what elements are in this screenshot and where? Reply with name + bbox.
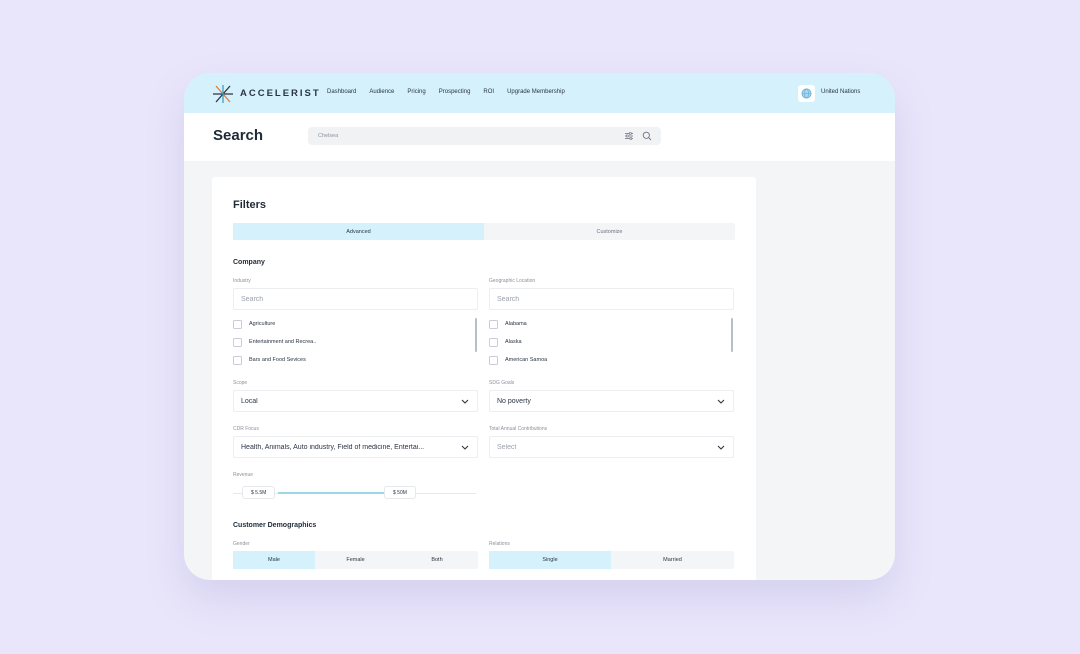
search-input[interactable] [318,127,608,145]
industry-search-input[interactable] [233,288,478,310]
cdr-select[interactable]: Health, Animals, Auto industry, Field of… [233,436,478,458]
relations-single-option[interactable]: Single [489,551,611,569]
checkbox[interactable] [489,337,498,347]
location-option[interactable]: American Samoa [489,351,547,369]
gender-both-option[interactable]: Both [396,551,478,569]
revenue-range-fill [278,492,384,494]
checkbox[interactable] [489,319,498,329]
search-header: Search [184,113,895,161]
filters-mode-toggle: Advanced Customize [233,223,735,240]
location-option[interactable]: Alaska [489,333,547,351]
scope-label: Scope [233,380,248,386]
industry-option[interactable]: Agriculture [233,315,316,333]
accelerist-logo-icon [213,85,233,103]
chevron-down-icon [717,445,725,450]
checkbox[interactable] [233,355,242,365]
relations-label: Relations [489,541,510,547]
industry-label: Industry [233,278,251,284]
industry-option[interactable]: Bars and Food Sevices [233,351,316,369]
checkbox[interactable] [233,337,242,347]
revenue-label: Revenue [233,472,254,478]
gender-label: Gender [233,541,250,547]
cdr-value: Health, Animals, Auto industry, Field of… [241,444,425,451]
company-section-title: Company [233,259,265,266]
contributions-select[interactable]: Select [489,436,734,458]
brand-name[interactable]: ACCELERIST [240,88,321,99]
tab-advanced[interactable]: Advanced [233,223,484,240]
page-title: Search [213,127,264,144]
nav-upgrade-membership[interactable]: Upgrade Membership [507,89,565,95]
sdg-select[interactable]: No poverty [489,390,734,412]
scope-value: Local [241,398,258,405]
location-options: Alabama Alaska American Samoa [489,315,547,369]
checkbox[interactable] [489,355,498,365]
search-bar [308,127,661,145]
chevron-down-icon [461,399,469,404]
contributions-value: Select [497,444,517,451]
main-nav: Dashboard Audience Pricing Prospecting R… [327,89,565,95]
tab-customize[interactable]: Customize [484,223,735,240]
industry-option[interactable]: Entertainment and Recrea.. [233,333,316,351]
location-option[interactable]: Alabama [489,315,547,333]
location-label: Geographic Location [489,278,536,284]
cdr-label: CDR Focus [233,426,259,432]
nav-audience[interactable]: Audience [369,89,394,95]
revenue-max-handle[interactable]: $ 50M [384,486,416,499]
search-icon[interactable] [642,131,652,141]
org-name[interactable]: United Nations [821,89,860,95]
nav-roi[interactable]: ROI [483,89,494,95]
gender-male-option[interactable]: Male [233,551,315,569]
nav-dashboard[interactable]: Dashboard [327,89,356,95]
demographics-section-title: Customer Demographics [233,522,317,529]
chevron-down-icon [461,445,469,450]
filters-title: Filters [233,199,267,211]
sdg-label: SDG Goals [489,380,515,386]
sdg-value: No poverty [497,398,531,405]
gender-female-option[interactable]: Female [315,551,396,569]
filters-panel: Filters Advanced Customize Company Indus… [212,177,756,580]
relations-married-option[interactable]: Married [611,551,734,569]
org-avatar[interactable] [798,85,815,102]
location-search-input[interactable] [489,288,734,310]
nav-pricing[interactable]: Pricing [407,89,425,95]
location-scrollbar[interactable] [731,318,733,352]
scope-select[interactable]: Local [233,390,478,412]
industry-options: Agriculture Entertainment and Recrea.. B… [233,315,316,369]
top-nav-bar: ACCELERIST Dashboard Audience Pricing Pr… [184,73,895,113]
chevron-down-icon [717,399,725,404]
contributions-label: Total Annual Contributions [489,426,548,432]
revenue-min-handle[interactable]: $ 5.5M [242,486,276,499]
gender-toggle: Male Female Both [233,551,478,569]
checkbox[interactable] [233,319,242,329]
industry-scrollbar[interactable] [475,318,477,352]
nav-prospecting[interactable]: Prospecting [439,89,471,95]
relations-toggle: Single Married [489,551,734,569]
app-window: ACCELERIST Dashboard Audience Pricing Pr… [184,73,895,580]
globe-icon [801,88,812,99]
sliders-icon[interactable] [624,131,634,141]
